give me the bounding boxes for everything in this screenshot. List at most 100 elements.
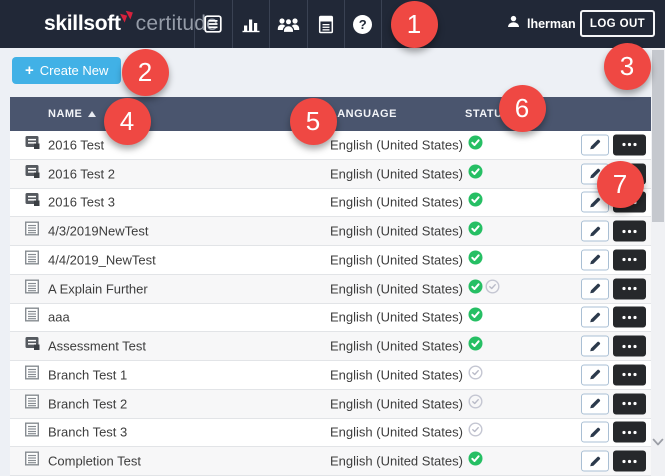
table-row[interactable]: Branch Test 2 English (United States) [10,390,651,419]
status-green-icon [468,164,483,184]
note-icon [25,193,40,212]
callout-badge-2: 2 [122,49,169,96]
status-gray-icon [485,279,500,299]
row-name: Completion Test [48,454,141,469]
toolbar: + Create New [0,48,665,97]
user-area: lherman [507,0,576,48]
callout-badge-3: 3 [604,43,651,90]
status-green-icon [468,336,483,356]
row-name: Branch Test 1 [48,367,127,382]
status-green-icon [468,221,483,241]
help-question-glyph: ? [353,15,372,34]
user-icon [507,15,520,33]
edit-button[interactable] [581,422,609,443]
list-icon [25,452,39,471]
nav-help-icon[interactable]: ? [344,0,382,48]
logout-button[interactable]: LOG OUT [580,10,655,37]
scrollbar-thumb[interactable] [652,50,664,222]
row-name: Branch Test 3 [48,425,127,440]
more-actions-button[interactable] [613,336,646,357]
status-green-icon [468,250,483,270]
row-language: English (United States) [330,454,463,469]
table-row[interactable]: aaa English (United States) [10,304,651,333]
row-language: English (United States) [330,339,463,354]
status-green-icon [468,451,483,471]
edit-button[interactable] [581,393,609,414]
edit-button[interactable] [581,364,609,385]
edit-button[interactable] [581,221,609,242]
row-language: English (United States) [330,396,463,411]
row-language: English (United States) [330,425,463,440]
table-row[interactable]: 2016 Test 2 English (United States) [10,160,651,189]
note-icon [25,337,40,356]
more-actions-button[interactable] [613,134,646,155]
more-actions-button[interactable] [613,422,646,443]
username-label: lherman [527,17,576,31]
edit-button[interactable] [581,278,609,299]
more-actions-button[interactable] [613,364,646,385]
more-actions-button[interactable] [613,278,646,299]
row-name: 4/3/2019NewTest [48,224,148,239]
table-row[interactable]: 2016 Test 3 English (United States) [10,189,651,218]
edit-button[interactable] [581,134,609,155]
callout-badge-6: 6 [499,85,546,132]
row-language: English (United States) [330,310,463,325]
create-new-label: Create New [40,63,109,78]
edit-button[interactable] [581,451,609,472]
row-name: 2016 Test 3 [48,195,115,210]
table-body: 2016 Test English (United States) [10,131,651,476]
nav-notepad-icon[interactable] [307,0,345,48]
row-name: 2016 Test [48,137,104,152]
language-column-label: LANGUAGE [330,108,397,120]
logo-brand-text: skillsoft [44,12,121,36]
status-green-icon [468,307,483,327]
top-navbar: skillsoft certitude ? [0,0,665,48]
status-gray-icon [468,394,483,414]
vertical-scrollbar[interactable] [651,48,665,476]
column-header-name[interactable]: NAME [48,97,96,131]
list-icon [25,308,39,327]
table-row[interactable]: A Explain Further English (United States… [10,275,651,304]
table-row[interactable]: Branch Test 1 English (United States) [10,361,651,390]
edit-button[interactable] [581,336,609,357]
edit-button[interactable] [581,249,609,270]
row-language: English (United States) [330,252,463,267]
list-icon [25,250,39,269]
table-row[interactable]: Assessment Test English (United States) [10,332,651,361]
more-actions-button[interactable] [613,393,646,414]
list-icon [25,279,39,298]
row-language: English (United States) [330,137,463,152]
row-name: Branch Test 2 [48,396,127,411]
more-actions-button[interactable] [613,451,646,472]
table-row[interactable]: 4/4/2019_NewTest English (United States) [10,246,651,275]
create-new-button[interactable]: + Create New [12,57,121,84]
edit-button[interactable] [581,307,609,328]
more-actions-button[interactable] [613,221,646,242]
status-green-icon [468,135,483,155]
callout-badge-1: 1 [391,1,438,48]
list-icon [25,365,39,384]
nav-list-box-icon[interactable] [194,0,232,48]
status-green-icon [468,192,483,212]
more-actions-button[interactable] [613,249,646,270]
callout-badge-7: 7 [597,161,644,208]
row-language: English (United States) [330,367,463,382]
row-name: Assessment Test [48,339,146,354]
nav-bar-chart-icon[interactable] [232,0,270,48]
table-row[interactable]: Branch Test 3 English (United States) [10,419,651,448]
note-icon [25,135,40,154]
row-language: English (United States) [330,281,463,296]
scroll-down-icon[interactable] [652,434,664,452]
column-header-language[interactable]: LANGUAGE [330,97,397,131]
nav-people-icon[interactable] [269,0,307,48]
callout-badge-5: 5 [290,98,337,145]
status-green-icon [468,279,483,299]
row-name: aaa [48,310,70,325]
more-actions-button[interactable] [613,307,646,328]
name-column-label: NAME [48,108,82,120]
list-icon [25,394,39,413]
table-row[interactable]: 4/3/2019NewTest English (United States) [10,217,651,246]
row-language: English (United States) [330,166,463,181]
row-name: 2016 Test 2 [48,166,115,181]
table-row[interactable]: Completion Test English (United States) [10,447,651,476]
